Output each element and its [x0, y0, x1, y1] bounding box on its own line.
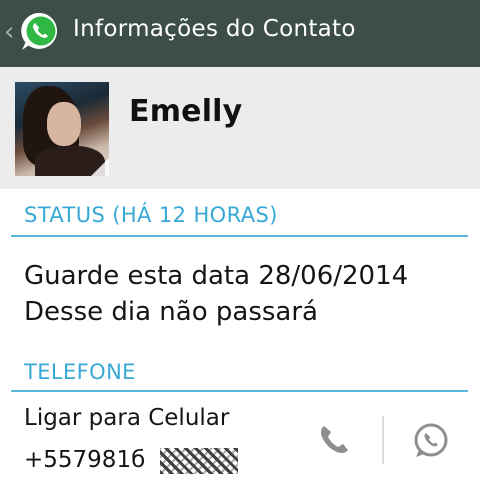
status-divider	[11, 235, 468, 237]
redaction-scribble	[160, 448, 238, 474]
contact-name: Emelly	[129, 94, 243, 129]
status-line-2: Desse dia não passará	[24, 297, 318, 327]
avatar[interactable]	[15, 82, 109, 176]
avatar-face	[47, 102, 81, 146]
avatar-corner-marker	[91, 158, 109, 176]
status-message: Guarde esta data 28/06/2014 Desse dia nã…	[24, 258, 408, 330]
whatsapp-chat-icon[interactable]	[410, 420, 452, 462]
phone-number[interactable]: +557981б	[24, 447, 145, 473]
action-separator	[382, 416, 384, 464]
phone-icon[interactable]	[314, 420, 354, 460]
phone-divider	[11, 390, 468, 392]
app-header: ‹ Informações do Contato	[0, 0, 480, 67]
phone-type-label[interactable]: Ligar para Celular	[24, 405, 229, 431]
contact-profile: Emelly	[0, 67, 480, 189]
phone-section-header: TELEFONE	[24, 360, 136, 384]
status-section-header: STATUS (HÁ 12 HORAS)	[24, 203, 278, 227]
status-line-1: Guarde esta data 28/06/2014	[24, 261, 409, 291]
whatsapp-logo-icon[interactable]	[18, 9, 64, 55]
page-title: Informações do Contato	[73, 16, 356, 42]
chevron-left-icon[interactable]: ‹	[4, 18, 18, 46]
